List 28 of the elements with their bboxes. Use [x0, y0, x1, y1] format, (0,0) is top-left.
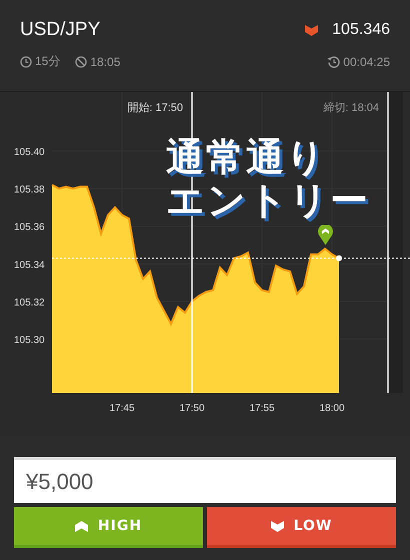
- remaining-time: 00:04:25: [343, 54, 390, 68]
- clock-icon: [20, 56, 32, 68]
- duration: 15分: [35, 53, 60, 70]
- chevron-icon: [305, 24, 318, 36]
- x-axis-label: 18:00: [319, 403, 345, 414]
- start-label: 開始: 17:50: [127, 102, 183, 114]
- price: 105.346: [332, 21, 390, 39]
- amount-field[interactable]: ¥5,000: [14, 457, 396, 503]
- high-button[interactable]: HIGH: [14, 507, 203, 548]
- y-axis-label: 105.30: [14, 335, 45, 346]
- x-axis-label: 17:45: [109, 403, 135, 414]
- ban-icon: [75, 56, 88, 68]
- x-axis-label: 17:50: [179, 403, 205, 414]
- deadline-label: 締切: 18:04: [323, 102, 379, 114]
- y-axis-label: 105.40: [14, 147, 45, 158]
- low-button[interactable]: LOW: [207, 507, 396, 548]
- currency-pair: USD/JPY: [20, 19, 100, 41]
- y-axis-label: 105.36: [14, 222, 45, 234]
- y-axis-label: 105.38: [14, 184, 45, 196]
- y-axis-label: 105.32: [14, 297, 45, 308]
- up-chevron-icon: [74, 520, 88, 532]
- pin-icon: [318, 224, 332, 245]
- expiry-time: 18:05: [90, 54, 120, 68]
- x-axis-label: 17:55: [249, 403, 275, 414]
- down-chevron-icon: [270, 520, 284, 532]
- history-icon: [327, 56, 340, 68]
- y-axis-label: 105.34: [14, 260, 45, 271]
- current-point: [336, 255, 342, 262]
